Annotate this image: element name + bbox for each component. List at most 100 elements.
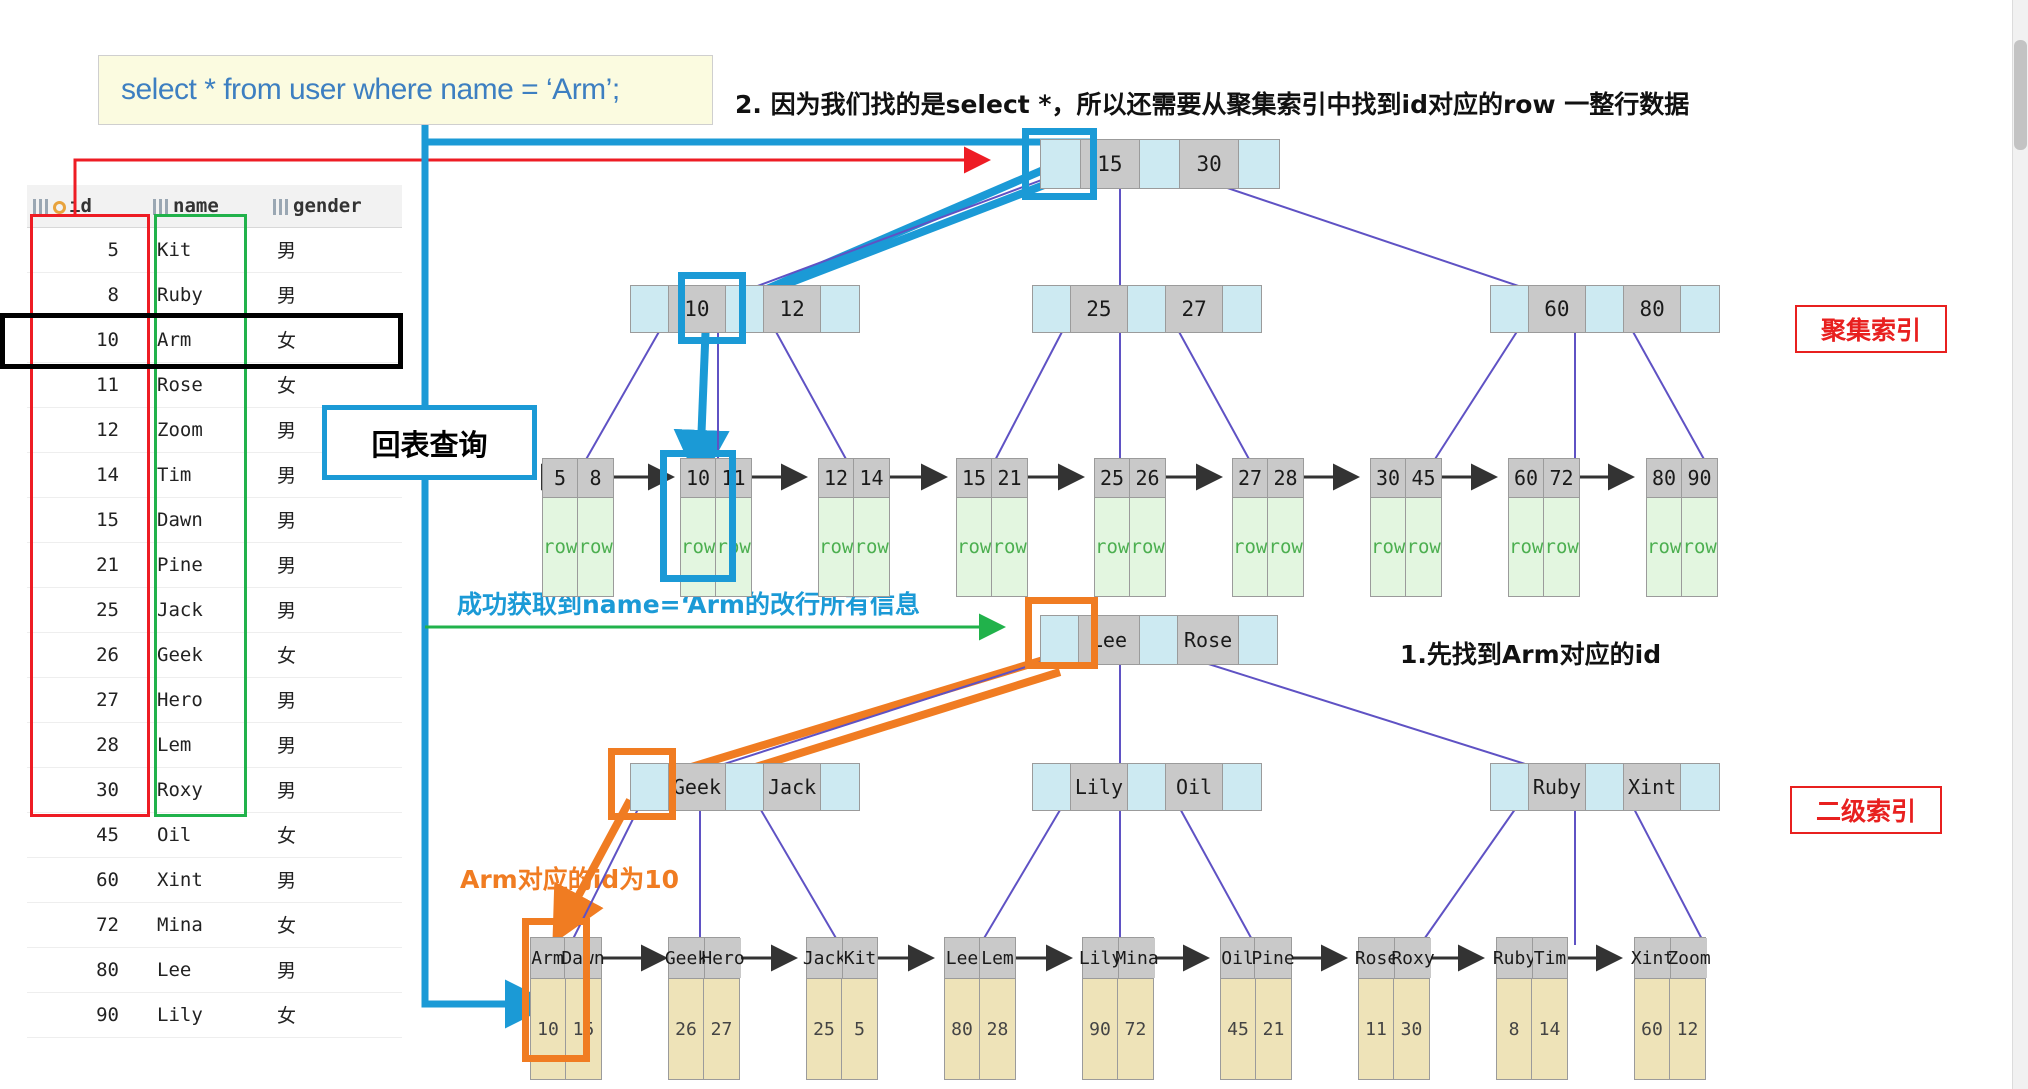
cell-gender: 男 [267,677,402,723]
secondary-index-label: 二级索引 [1790,786,1942,834]
node-key: Xint [1623,764,1682,810]
column-header-gender-label: gender [293,194,362,217]
node-key: 60 [1528,286,1587,332]
table-row[interactable]: 60 Xint 男 [27,857,402,903]
cell-gender: 男 [267,947,402,993]
leaf-value: row [578,498,613,596]
node-pointer [821,764,859,810]
name-column-highlight [154,214,247,817]
leaf-value: row [1544,498,1579,596]
leaf-key: 27 [1233,459,1269,497]
cell-gender: 男 [267,227,402,273]
leaf-value: 21 [1256,979,1291,1079]
leaf-key: Kit [843,938,877,978]
leaf-key: Hero [701,938,745,978]
clustered-index-label: 聚集索引 [1795,305,1947,353]
node-key: 80 [1623,286,1682,332]
leaf-key: Rose [1355,938,1398,978]
cell-gender: 女 [267,902,402,948]
leaf-key: Ruby [1493,938,1536,978]
secondary-leaf-node: Rose Roxy 11 30 [1355,937,1435,1080]
leaf-value: 8 [1497,979,1533,1079]
leaf-key: Geek [665,938,708,978]
cell-name: Oil [147,812,267,858]
leaf-key: 5 [543,459,579,497]
highlight-secondary-root-pointer [1025,597,1098,669]
node-pointer [1033,286,1071,332]
column-icon [153,198,168,215]
cell-gender: 男 [267,587,402,633]
primary-key-icon [53,200,66,214]
highlight-secondary-internal-pointer [608,748,676,820]
clustered-leaf-node: 25 26 row row [1094,458,1166,597]
leaf-value: 72 [1118,979,1153,1079]
node-pointer [1681,764,1719,810]
node-key: Lily [1070,764,1129,810]
node-pointer [726,764,764,810]
leaf-key: Lee [945,938,981,978]
node-pointer [1681,286,1719,332]
node-key: 12 [763,286,822,332]
node-pointer [1491,286,1529,332]
leaf-value: row [1406,498,1441,596]
leaf-value: row [1371,498,1407,596]
table-row[interactable]: 72 Mina 女 [27,902,402,948]
leaf-key: 26 [1130,459,1165,497]
scrollbar-thumb[interactable] [2014,40,2027,150]
sql-query-text: select * from user where name = ‘Arm’; [121,73,620,106]
leaf-key: Oil [1221,938,1255,978]
leaf-key: 60 [1509,459,1545,497]
node-pointer [1140,616,1178,664]
leaf-key: Lily [1079,938,1122,978]
cell-gender: 男 [267,857,402,903]
leaf-value: 11 [1359,979,1395,1079]
leaf-key: 30 [1371,459,1407,497]
node-pointer [1223,286,1261,332]
secondary-leaf-node: Xint Zoom 60 12 [1631,937,1711,1080]
leaf-value: row [957,498,993,596]
leaf-key: Mina [1115,938,1159,978]
table-row[interactable]: 45 Oil 女 [27,812,402,858]
highlight-clustered-internal-pointer [678,272,746,344]
clustered-leaf-node: 27 28 row row [1232,458,1304,597]
node-pointer [1586,764,1624,810]
leaf-value: row [1130,498,1165,596]
annotation-step-1: 1.先找到Arm对应的id [1400,640,1662,669]
node-pointer [1128,286,1166,332]
leaf-key: Pine [1251,938,1295,978]
leaf-key: 12 [819,459,855,497]
node-key: Geek [668,764,727,810]
cell-id: 80 [27,947,147,993]
node-pointer [1239,616,1278,664]
leaf-value: 12 [1670,979,1705,1079]
diagram-canvas: select * from user where name = ‘Arm’; i… [0,0,2028,1089]
leaf-key: 25 [1095,459,1131,497]
page-scrollbar[interactable] [2012,0,2028,1089]
cell-id: 72 [27,902,147,948]
node-pointer [1223,764,1261,810]
leaf-key: Lem [980,938,1015,978]
leaf-value: row [1509,498,1545,596]
table-row[interactable]: 80 Lee 男 [27,947,402,993]
leaf-value: row [1647,498,1683,596]
leaf-key: Jack [803,938,846,978]
cell-gender: 女 [267,812,402,858]
clustered-leaf-node: 5 8 row row [542,458,614,597]
leaf-value: 27 [704,979,739,1079]
secondary-index-label-text: 二级索引 [1815,797,1916,826]
leaf-key: Tim [1533,938,1567,978]
back-to-table-callout: 回表查询 [322,405,537,480]
arm-row-highlight [0,313,403,369]
cell-gender: 男 [267,542,402,588]
leaf-value: row [854,498,889,596]
table-row[interactable]: 90 Lily 女 [27,992,402,1038]
leaf-value: 90 [1083,979,1119,1079]
node-pointer [1239,140,1279,188]
clustered-leaf-node: 80 90 row row [1646,458,1718,597]
leaf-key: 21 [992,459,1027,497]
node-key: Oil [1165,764,1224,810]
node-key: 25 [1070,286,1129,332]
node-key: 30 [1179,140,1240,188]
cell-gender: 男 [267,272,402,318]
leaf-value: row [819,498,855,596]
